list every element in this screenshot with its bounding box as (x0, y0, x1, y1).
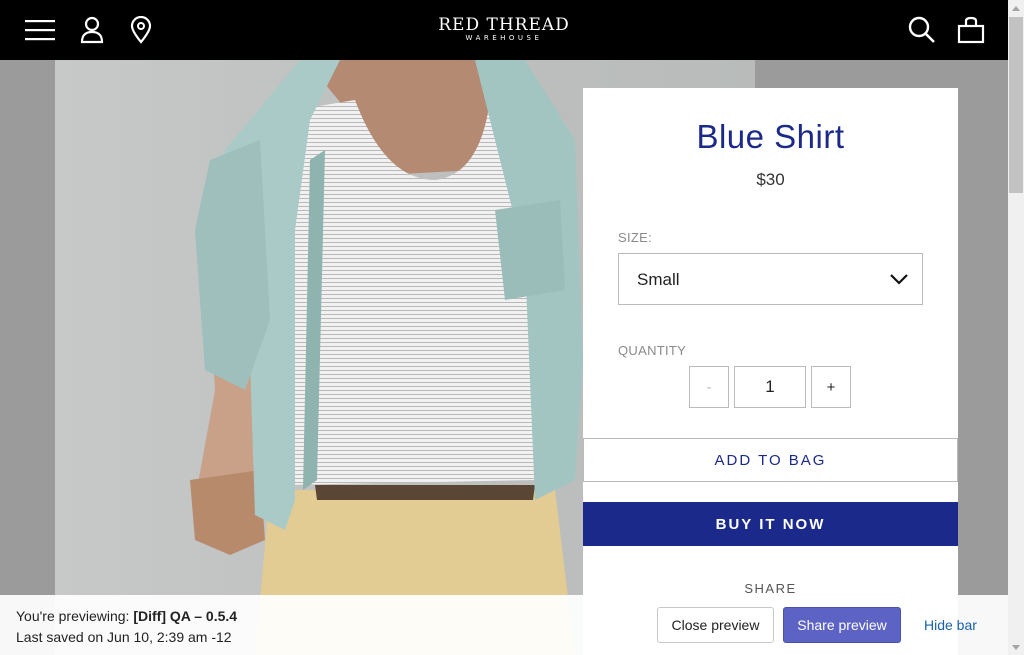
site-header: RED THREAD WAREHOUSE (0, 0, 1008, 60)
close-preview-button[interactable]: Close preview (657, 607, 774, 643)
chevron-down-icon (890, 272, 908, 291)
preview-theme-name: [Diff] QA – 0.5.4 (133, 608, 238, 624)
quantity-input[interactable] (734, 366, 806, 408)
product-price: $30 (756, 170, 785, 189)
size-select[interactable]: Small (618, 253, 923, 305)
add-to-bag-button[interactable]: ADD TO BAG (583, 438, 958, 482)
product-details-panel: Blue Shirt $30 SIZE: Small QUANTITY - + … (583, 88, 958, 655)
location-pin-icon[interactable] (125, 14, 157, 46)
hide-bar-link[interactable]: Hide bar (924, 617, 977, 633)
preview-status: You're previewing: [Diff] QA – 0.5.4 (16, 608, 237, 624)
vertical-scrollbar[interactable] (1008, 0, 1024, 655)
menu-icon[interactable] (24, 14, 56, 46)
quantity-increase-button[interactable]: + (811, 366, 851, 408)
size-selected-value: Small (637, 270, 680, 289)
theme-preview-bar: You're previewing: [Diff] QA – 0.5.4 Las… (0, 595, 1008, 655)
account-icon[interactable] (76, 14, 108, 46)
scrollbar-thumb[interactable] (1009, 17, 1023, 193)
share-label: SHARE (744, 581, 797, 596)
last-saved-text: Last saved on Jun 10, 2:39 am -12 (16, 629, 232, 645)
quantity-label: QUANTITY (618, 343, 687, 358)
share-preview-button[interactable]: Share preview (783, 607, 901, 643)
quantity-decrease-button[interactable]: - (689, 366, 729, 408)
buy-it-now-button[interactable]: BUY IT NOW (583, 502, 958, 546)
product-title: Blue Shirt (696, 118, 845, 155)
scroll-up-arrow-icon[interactable] (1008, 0, 1024, 16)
shopping-bag-icon[interactable] (955, 14, 987, 46)
search-icon[interactable] (906, 14, 938, 46)
size-label: SIZE: (618, 230, 653, 245)
preview-prefix: You're previewing: (16, 608, 130, 624)
scroll-down-arrow-icon[interactable] (1008, 639, 1024, 655)
